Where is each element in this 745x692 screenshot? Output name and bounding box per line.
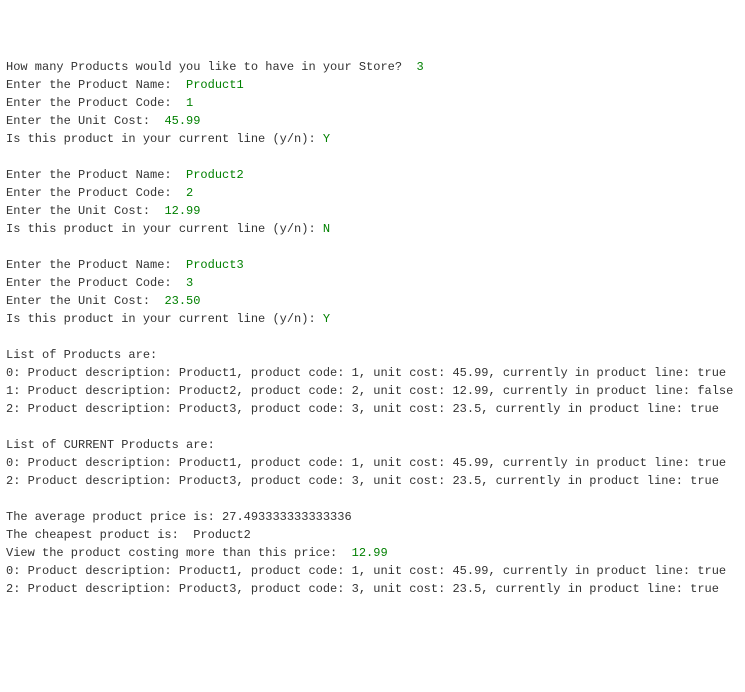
console-line: View the product costing more than this …	[6, 544, 739, 562]
user-input: Product2	[186, 168, 244, 182]
prompt-text: List of CURRENT Products are:	[6, 438, 215, 452]
user-input: 2	[186, 186, 193, 200]
prompt-text: 2: Product description: Product3, produc…	[6, 582, 719, 596]
prompt-text: 1: Product description: Product2, produc…	[6, 384, 733, 398]
prompt-text: 0: Product description: Product1, produc…	[6, 456, 726, 470]
console-output: How many Products would you like to have…	[6, 58, 739, 598]
blank-line	[6, 328, 739, 346]
prompt-text: Enter the Product Name:	[6, 168, 186, 182]
console-line: The average product price is: 27.4933333…	[6, 508, 739, 526]
prompt-text: The average product price is: 27.4933333…	[6, 510, 352, 524]
user-input: Product3	[186, 258, 244, 272]
prompt-text: 0: Product description: Product1, produc…	[6, 366, 726, 380]
console-line: Is this product in your current line (y/…	[6, 130, 739, 148]
console-line: 0: Product description: Product1, produc…	[6, 562, 739, 580]
console-line: Enter the Product Code: 2	[6, 184, 739, 202]
prompt-text: Enter the Unit Cost:	[6, 204, 164, 218]
prompt-text: List of Products are:	[6, 348, 157, 362]
console-line: 1: Product description: Product2, produc…	[6, 382, 739, 400]
console-line: Enter the Product Name: Product2	[6, 166, 739, 184]
console-line: Enter the Product Name: Product3	[6, 256, 739, 274]
console-line: Enter the Product Code: 3	[6, 274, 739, 292]
prompt-text: Is this product in your current line (y/…	[6, 132, 323, 146]
blank-line	[6, 418, 739, 436]
user-input: Product1	[186, 78, 244, 92]
console-line: The cheapest product is: Product2	[6, 526, 739, 544]
console-line: 2: Product description: Product3, produc…	[6, 580, 739, 598]
user-input: 3	[416, 60, 423, 74]
console-line: 0: Product description: Product1, produc…	[6, 454, 739, 472]
user-input: Y	[323, 132, 330, 146]
console-line: Is this product in your current line (y/…	[6, 310, 739, 328]
prompt-text: View the product costing more than this …	[6, 546, 352, 560]
prompt-text: 2: Product description: Product3, produc…	[6, 474, 719, 488]
console-line: Enter the Unit Cost: 23.50	[6, 292, 739, 310]
console-line: Enter the Unit Cost: 45.99	[6, 112, 739, 130]
prompt-text: Enter the Product Name:	[6, 78, 186, 92]
blank-line	[6, 490, 739, 508]
user-input: 3	[186, 276, 193, 290]
user-input: 45.99	[164, 114, 200, 128]
prompt-text: Enter the Product Code:	[6, 186, 186, 200]
prompt-text: The cheapest product is: Product2	[6, 528, 251, 542]
console-line: List of CURRENT Products are:	[6, 436, 739, 454]
user-input: 23.50	[164, 294, 200, 308]
prompt-text: Is this product in your current line (y/…	[6, 312, 323, 326]
user-input: 1	[186, 96, 193, 110]
prompt-text: 2: Product description: Product3, produc…	[6, 402, 719, 416]
prompt-text: Is this product in your current line (y/…	[6, 222, 323, 236]
console-line: List of Products are:	[6, 346, 739, 364]
console-line: Enter the Unit Cost: 12.99	[6, 202, 739, 220]
console-line: 0: Product description: Product1, produc…	[6, 364, 739, 382]
prompt-text: Enter the Product Name:	[6, 258, 186, 272]
blank-line	[6, 148, 739, 166]
prompt-text: Enter the Unit Cost:	[6, 114, 164, 128]
console-line: Enter the Product Name: Product1	[6, 76, 739, 94]
console-line: How many Products would you like to have…	[6, 58, 739, 76]
prompt-text: How many Products would you like to have…	[6, 60, 416, 74]
user-input: 12.99	[164, 204, 200, 218]
prompt-text: 0: Product description: Product1, produc…	[6, 564, 726, 578]
prompt-text: Enter the Product Code:	[6, 276, 186, 290]
user-input: 12.99	[352, 546, 388, 560]
blank-line	[6, 238, 739, 256]
console-line: Enter the Product Code: 1	[6, 94, 739, 112]
user-input: Y	[323, 312, 330, 326]
console-line: 2: Product description: Product3, produc…	[6, 400, 739, 418]
prompt-text: Enter the Product Code:	[6, 96, 186, 110]
prompt-text: Enter the Unit Cost:	[6, 294, 164, 308]
console-line: Is this product in your current line (y/…	[6, 220, 739, 238]
user-input: N	[323, 222, 330, 236]
console-line: 2: Product description: Product3, produc…	[6, 472, 739, 490]
